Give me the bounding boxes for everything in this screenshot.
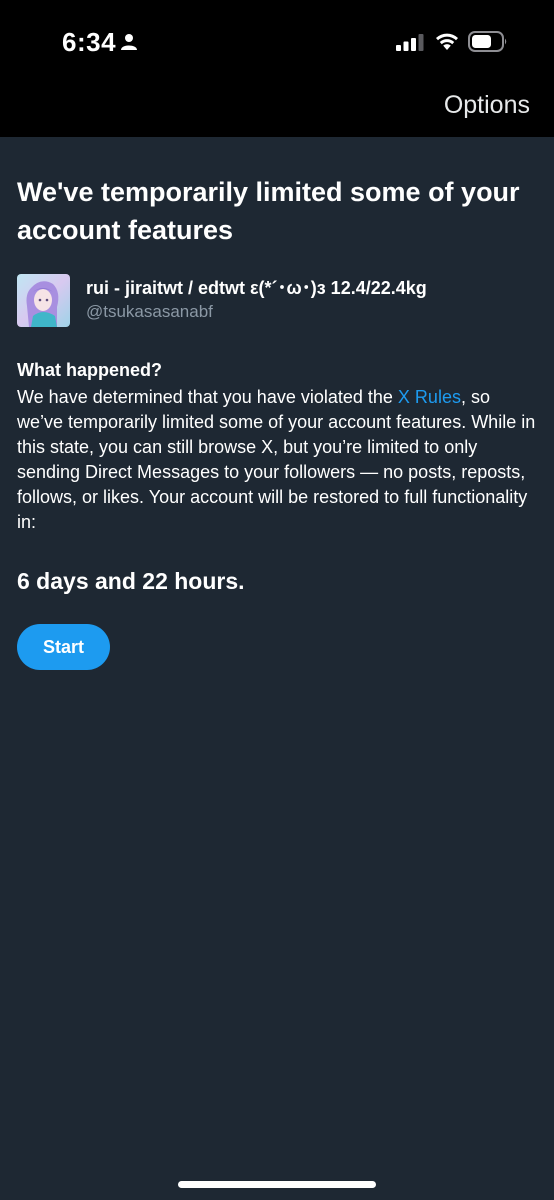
section-title: What happened? <box>17 360 162 380</box>
screen: 6:34 Options We've temporarily limited s… <box>0 0 554 1200</box>
signal-icon <box>396 34 424 51</box>
page-title: We've temporarily limited some of your a… <box>17 177 520 245</box>
battery-icon <box>468 31 507 52</box>
main-content: We've temporarily limited some of your a… <box>17 137 537 670</box>
explanation-text: We have determined that you have violate… <box>17 385 539 535</box>
user-handle: @tsukasasanabf <box>86 302 213 321</box>
avatar-image <box>17 274 70 327</box>
explanation-text-end: , so we’ve temporarily limited some of y… <box>17 387 536 532</box>
top-bar: 6:34 Options <box>0 0 554 137</box>
explanation-text-start: We have determined that you have violate… <box>17 387 398 407</box>
start-button[interactable]: Start <box>17 624 110 670</box>
avatar <box>17 274 70 327</box>
x-rules-link[interactable]: X Rules <box>398 387 461 407</box>
account-info: rui - jiraitwt / edtwt ε(*´･ω･)з 12.4/22… <box>86 276 427 324</box>
person-icon <box>121 34 137 50</box>
options-button[interactable]: Options <box>444 91 530 120</box>
restriction-countdown: 6 days and 22 hours. <box>17 568 245 594</box>
home-indicator <box>178 1181 376 1188</box>
status-bar: 6:34 <box>0 0 554 80</box>
display-name: rui - jiraitwt / edtwt ε(*´･ω･)з 12.4/22… <box>86 278 427 298</box>
wifi-icon <box>436 33 458 50</box>
status-time: 6:34 <box>62 27 117 57</box>
account-row: rui - jiraitwt / edtwt ε(*´･ω･)з 12.4/22… <box>17 274 537 330</box>
